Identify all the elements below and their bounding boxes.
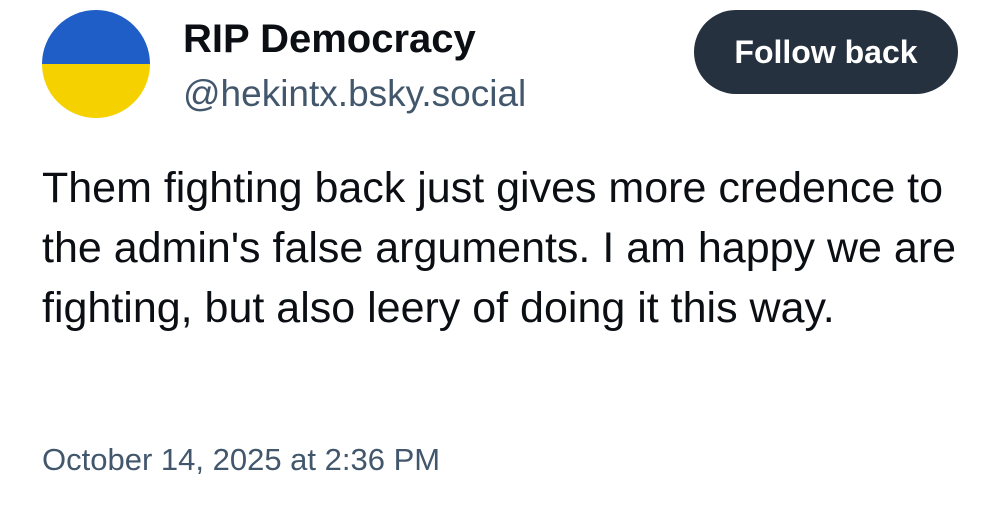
author-handle[interactable]: @hekintx.bsky.social	[183, 70, 526, 118]
post-card: RIP Democracy @hekintx.bsky.social Follo…	[0, 0, 1000, 506]
post-text: Them fighting back just gives more crede…	[42, 164, 957, 332]
author-avatar[interactable]	[42, 10, 150, 118]
ukraine-flag-avatar-icon	[42, 10, 150, 118]
post-timestamp: October 14, 2025 at 2:36 PM	[42, 442, 441, 477]
author-display-name[interactable]: RIP Democracy	[183, 14, 476, 64]
follow-back-button[interactable]: Follow back	[694, 10, 958, 94]
